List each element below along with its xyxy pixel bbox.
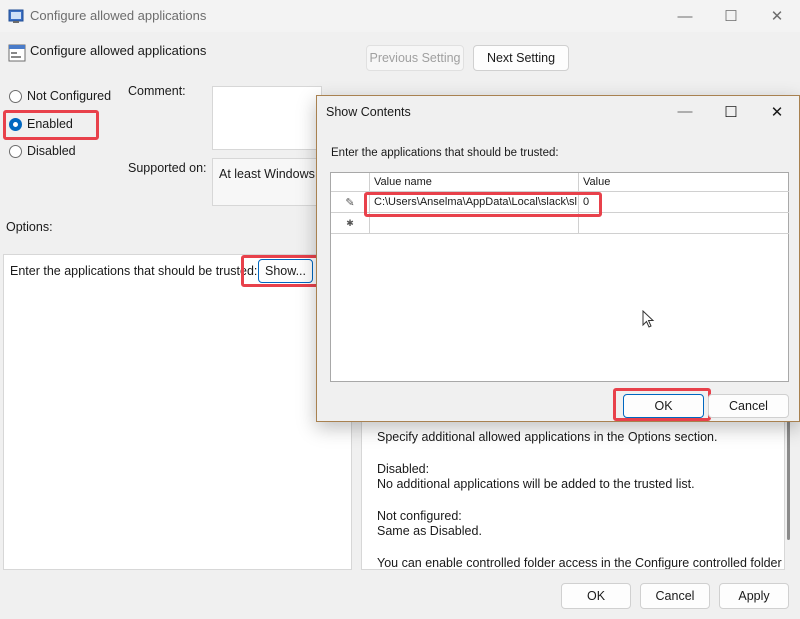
column-header-label: Value bbox=[583, 176, 611, 188]
close-icon: ✕ bbox=[770, 8, 784, 25]
policy-setting-icon bbox=[8, 44, 26, 62]
dialog-title: Show Contents bbox=[326, 105, 411, 119]
supported-on-label: Supported on: bbox=[128, 161, 207, 175]
show-contents-dialog: Show Contents — ☐ ✕ Enter the applicatio… bbox=[316, 95, 800, 422]
next-setting-button[interactable]: Next Setting bbox=[473, 45, 569, 71]
help-panel: Enabled: Specify additional allowed appl… bbox=[361, 400, 785, 570]
radio-not-configured[interactable]: Not Configured bbox=[9, 89, 111, 103]
help-scrollbar-thumb[interactable] bbox=[787, 420, 790, 540]
minimize-button[interactable]: — bbox=[662, 0, 708, 32]
apply-button[interactable]: Apply bbox=[719, 583, 789, 609]
window-title: Configure allowed applications bbox=[30, 8, 207, 23]
grid-cell-value[interactable]: 0 bbox=[579, 192, 789, 213]
comment-textarea[interactable] bbox=[212, 86, 322, 150]
help-line-disabled-desc: No additional applications will be added… bbox=[377, 477, 695, 491]
dialog-ok-button[interactable]: OK bbox=[623, 394, 704, 418]
minimize-icon: — bbox=[677, 7, 693, 25]
mouse-cursor-icon bbox=[642, 310, 655, 328]
minimize-icon: — bbox=[677, 103, 693, 120]
help-line-disabled-title: Disabled: bbox=[377, 462, 430, 476]
asterisk-icon: ✱ bbox=[346, 217, 354, 228]
options-panel bbox=[3, 254, 352, 570]
help-line-notconfig-title: Not configured: bbox=[377, 509, 462, 523]
comment-label: Comment: bbox=[128, 84, 186, 98]
cancel-button[interactable]: Cancel bbox=[640, 583, 710, 609]
column-header-value-name[interactable]: Value name bbox=[370, 173, 579, 192]
radio-circle[interactable] bbox=[9, 89, 22, 103]
radio-disabled[interactable]: Disabled bbox=[9, 144, 76, 158]
dialog-close-button[interactable]: ✕ bbox=[754, 96, 800, 127]
policy-app-icon bbox=[8, 9, 24, 23]
radio-label: Not Configured bbox=[27, 89, 112, 103]
dialog-cancel-button[interactable]: Cancel bbox=[708, 394, 789, 418]
help-line-enabled-desc: Specify additional allowed applications … bbox=[377, 430, 718, 444]
setting-title: Configure allowed applications bbox=[30, 43, 207, 58]
maximize-icon: ☐ bbox=[724, 8, 738, 25]
trusted-apps-label: Enter the applications that should be tr… bbox=[10, 264, 258, 278]
dialog-minimize-button[interactable]: — bbox=[662, 96, 708, 127]
radio-circle-checked[interactable] bbox=[9, 117, 22, 131]
supported-on-value: At least Windows Se bbox=[219, 167, 321, 181]
row-highlight-box bbox=[364, 192, 602, 217]
pencil-icon: ✎ bbox=[345, 196, 355, 209]
supported-on-field: At least Windows Se bbox=[212, 158, 322, 206]
column-header-label: Value name bbox=[374, 176, 432, 188]
help-line-controlled-folder: You can enable controlled folder access … bbox=[377, 556, 782, 570]
radio-circle[interactable] bbox=[9, 144, 22, 158]
help-line-notconfig-desc: Same as Disabled. bbox=[377, 524, 482, 538]
close-button[interactable]: ✕ bbox=[754, 0, 800, 32]
previous-setting-button[interactable]: Previous Setting bbox=[366, 45, 464, 71]
show-button[interactable]: Show... bbox=[258, 259, 313, 283]
column-header-value[interactable]: Value bbox=[579, 173, 789, 192]
dialog-prompt: Enter the applications that should be tr… bbox=[331, 147, 559, 159]
maximize-button[interactable]: ☐ bbox=[708, 0, 754, 32]
options-label: Options: bbox=[6, 220, 53, 234]
close-icon: ✕ bbox=[770, 103, 784, 121]
radio-label: Disabled bbox=[27, 144, 76, 158]
grid-corner bbox=[331, 173, 370, 192]
dialog-maximize-button[interactable]: ☐ bbox=[708, 96, 754, 127]
ok-button[interactable]: OK bbox=[561, 583, 631, 609]
maximize-icon: ☐ bbox=[724, 103, 738, 121]
radio-label: Enabled bbox=[27, 117, 73, 131]
help-scrollbar[interactable] bbox=[786, 400, 792, 570]
grid-cell-value[interactable] bbox=[579, 213, 789, 234]
radio-enabled[interactable]: Enabled bbox=[9, 117, 73, 131]
